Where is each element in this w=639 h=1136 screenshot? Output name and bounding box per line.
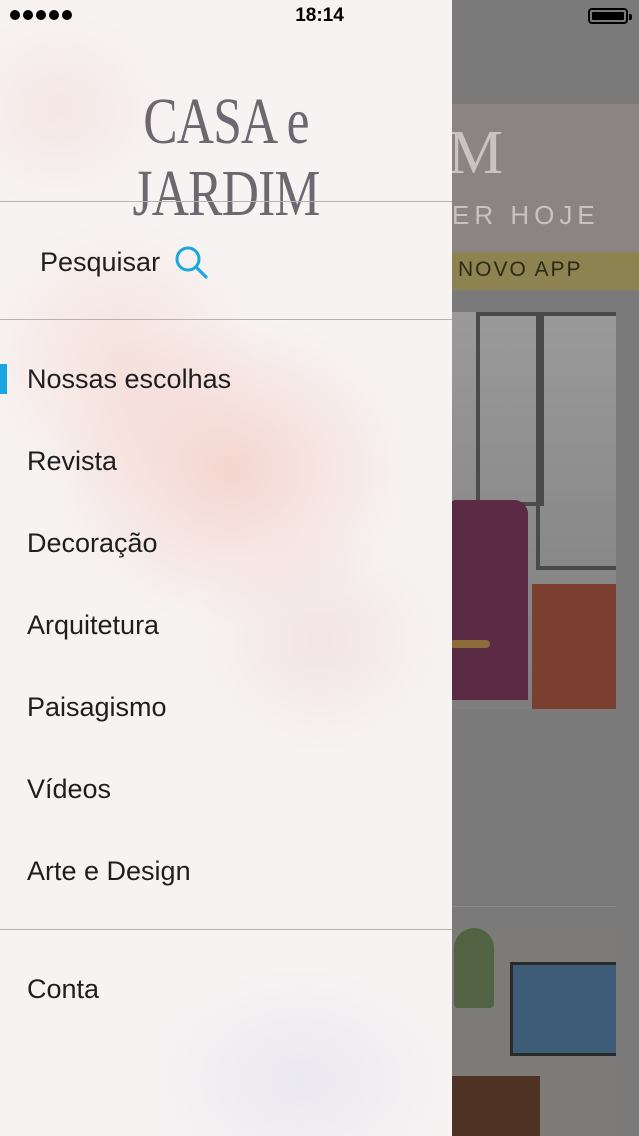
menu-item-paisagismo[interactable]: Paisagismo — [27, 687, 167, 727]
cabinet — [532, 584, 616, 709]
search-button[interactable]: Pesquisar — [40, 238, 208, 286]
navigation-drawer: CASA e JARDIM Pesquisar Nossas escolhas … — [0, 0, 452, 1136]
background-article-photo-2[interactable] — [450, 928, 616, 1136]
status-time: 18:14 — [295, 5, 344, 26]
side-table — [450, 640, 490, 648]
casa-e-jardim-logo: CASA e JARDIM — [132, 85, 321, 230]
window-frame — [536, 312, 616, 570]
menu-item-videos[interactable]: Vídeos — [27, 769, 111, 809]
battery-icon — [588, 8, 632, 24]
active-item-indicator — [0, 364, 7, 394]
divider — [0, 929, 452, 930]
menu-item-nossas-escolhas[interactable]: Nossas escolhas — [27, 359, 231, 399]
menu-item-arte-e-design[interactable]: Arte e Design — [27, 851, 191, 891]
background-tagline: ER HOJE — [452, 200, 600, 230]
divider — [0, 319, 452, 320]
background-article-photo[interactable] — [450, 312, 616, 709]
background-logo-fragment: M — [448, 119, 506, 187]
divider — [0, 201, 452, 202]
painting — [510, 962, 616, 1056]
search-icon — [174, 245, 208, 279]
background-banner-text: NOVO APP — [458, 258, 583, 281]
menu-item-decoracao[interactable]: Decoração — [27, 523, 158, 563]
search-label: Pesquisar — [40, 246, 161, 277]
menu-item-conta[interactable]: Conta — [27, 969, 99, 1009]
status-bar: 18:14 — [0, 0, 639, 34]
background-divider — [452, 906, 616, 907]
background-app-banner[interactable]: NOVO APP — [448, 252, 639, 290]
shelf — [450, 1076, 540, 1136]
window-frame — [476, 312, 544, 506]
menu-item-arquitetura[interactable]: Arquitetura — [27, 605, 159, 645]
plant — [454, 928, 494, 1008]
menu-item-revista[interactable]: Revista — [27, 441, 117, 481]
sofa — [450, 500, 528, 700]
